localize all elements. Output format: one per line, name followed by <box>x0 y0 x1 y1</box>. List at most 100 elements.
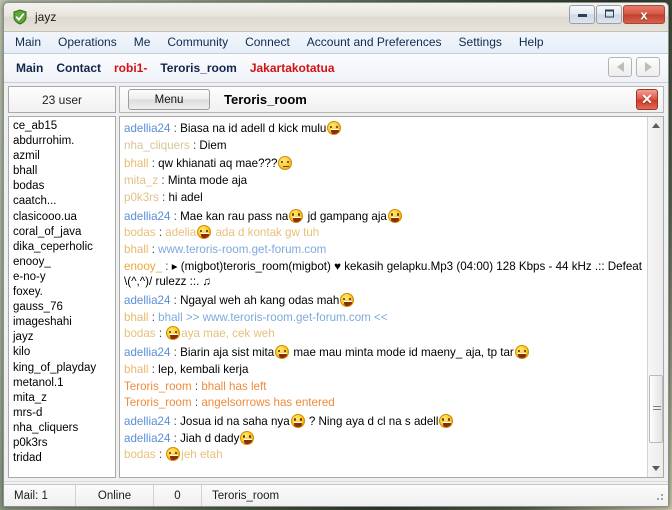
menu-item-settings[interactable]: Settings <box>457 34 511 51</box>
user-list-item[interactable]: imageshahi <box>11 315 115 330</box>
chat-body-2: ? Ning aya d cl na s adell <box>305 414 439 428</box>
title-bar: jayz x <box>4 3 668 32</box>
close-window-button[interactable]: x <box>623 5 665 24</box>
user-list-item[interactable]: king_of_playday <box>11 361 115 376</box>
minimize-button[interactable] <box>569 5 595 24</box>
menu-item-me[interactable]: Me <box>132 34 160 51</box>
chat-nickname[interactable]: bodas <box>124 226 156 239</box>
chat-nickname[interactable]: bhall <box>124 363 149 376</box>
chat-nickname[interactable]: adellia24 <box>124 415 170 428</box>
menu-item-operations[interactable]: Operations <box>56 34 126 51</box>
chat-nickname[interactable]: mita_z <box>124 174 158 187</box>
user-list-item[interactable]: clasicooo.ua <box>11 210 115 225</box>
menu-item-account-and-preferences[interactable]: Account and Preferences <box>305 34 451 51</box>
user-list-item[interactable]: azmil <box>11 149 115 164</box>
chat-message: nha_cliquers : Diem <box>124 138 644 154</box>
chat-nickname[interactable]: p0k3rs <box>124 191 159 204</box>
user-list-item[interactable]: enooy_ <box>11 255 115 270</box>
chat-nickname[interactable]: Teroris_room <box>124 396 192 409</box>
chat-nickname[interactable]: adellia24 <box>124 346 170 359</box>
tab-contact[interactable]: Contact <box>56 61 101 75</box>
chat-separator: : <box>148 310 159 324</box>
chat-nickname[interactable]: bhall <box>124 311 149 324</box>
scroll-down-button[interactable] <box>649 461 663 476</box>
chat-nickname[interactable]: enooy_ <box>124 260 162 273</box>
user-count-label: 23 user <box>8 86 116 113</box>
menu-item-main[interactable]: Main <box>13 34 50 51</box>
menu-item-connect[interactable]: Connect <box>243 34 299 51</box>
user-list-item[interactable]: bhall <box>11 164 115 179</box>
user-list-item[interactable]: ce_ab15 <box>11 119 115 134</box>
emoji-laugh-icon <box>166 447 181 462</box>
user-list-item[interactable]: caatch... <box>11 194 115 209</box>
user-list-item[interactable]: p0k3rs <box>11 436 115 451</box>
chat-nickname[interactable]: adellia24 <box>124 210 170 223</box>
menu-item-help[interactable]: Help <box>517 34 553 51</box>
chat-message: bhall : qw khianati aq mae??? <box>124 156 644 172</box>
tab-robi1-[interactable]: robi1- <box>114 61 147 75</box>
chat-body: qw khianati aq mae??? <box>158 157 278 171</box>
emoji-laugh-icon <box>290 413 305 428</box>
grip-icon <box>653 406 661 412</box>
menu-item-community[interactable]: Community <box>165 34 237 51</box>
chat-separator: : <box>148 362 159 376</box>
room-menu-button[interactable]: Menu <box>128 89 210 110</box>
chat-nickname[interactable]: adellia24 <box>124 294 170 307</box>
chat-nickname[interactable]: bhall <box>124 243 149 256</box>
user-list-item[interactable]: abdurrohim. <box>11 134 115 149</box>
user-list-item[interactable]: kilo <box>11 345 115 360</box>
chat-log-container: adellia24 : Biasa na id adell d kick mul… <box>119 116 664 478</box>
chat-separator: : <box>170 209 181 223</box>
tab-teroris-room[interactable]: Teroris_room <box>160 61 236 75</box>
user-list-item[interactable]: metanol.1 <box>11 376 115 391</box>
close-icon: x <box>640 7 648 22</box>
chat-nickname[interactable]: bhall <box>124 157 149 170</box>
chat-body-2: aya mae, cek weh <box>181 327 275 341</box>
close-room-button[interactable]: ✕ <box>636 89 658 110</box>
chat-separator: : <box>170 414 181 428</box>
chat-separator: : <box>191 396 202 410</box>
resize-grip-icon[interactable] <box>653 489 665 502</box>
user-list-item[interactable]: e-no-y <box>11 270 115 285</box>
maximize-button[interactable] <box>596 5 622 24</box>
chat-scrollbar[interactable] <box>647 117 663 477</box>
user-list-item[interactable]: nha_cliquers <box>11 421 115 436</box>
chat-nickname[interactable]: bodas <box>124 448 156 461</box>
emoji-laugh-icon <box>327 121 342 135</box>
window-title: jayz <box>35 10 57 24</box>
user-list-item[interactable]: coral_of_java <box>11 225 115 240</box>
chat-nickname[interactable]: nha_cliquers <box>124 139 190 152</box>
chat-message: bhall : bhall >> www.teroris-room.get-fo… <box>124 310 644 326</box>
prev-tab-button[interactable] <box>608 57 632 77</box>
chat-separator: : <box>155 226 166 240</box>
chat-body: Josua id na saha nya <box>180 414 290 428</box>
emoji-laugh-icon <box>197 225 212 240</box>
user-list-item[interactable]: bodas <box>11 179 115 194</box>
chat-nickname[interactable]: Teroris_room <box>124 380 192 393</box>
user-list-item[interactable]: mita_z <box>11 391 115 406</box>
user-list-item[interactable]: dika_ceperholic <box>11 240 115 255</box>
tab-jakartakotatua[interactable]: Jakartakotatua <box>250 61 335 75</box>
chat-body: www.teroris-room.get-forum.com <box>158 242 327 256</box>
application-window: jayz x Main Operations Me Community Connect A… <box>3 2 669 507</box>
chat-nickname[interactable]: adellia24 <box>124 122 170 135</box>
chat-nickname[interactable]: bodas <box>124 327 156 340</box>
user-list-item[interactable]: jayz <box>11 330 115 345</box>
tab-main[interactable]: Main <box>16 61 43 75</box>
chat-nickname[interactable]: adellia24 <box>124 432 170 445</box>
user-list-item[interactable]: gauss_76 <box>11 300 115 315</box>
user-list-item[interactable]: foxey. <box>11 285 115 300</box>
scrollbar-thumb[interactable] <box>649 375 663 443</box>
chat-body-2: jeh etah <box>181 448 223 462</box>
prev-arrow-icon <box>616 62 624 72</box>
chat-body-2: ada d kontak gw tuh <box>212 226 320 240</box>
user-list-item[interactable]: mrs-d <box>11 406 115 421</box>
user-list-item[interactable]: tridad <box>11 451 115 466</box>
chat-body: Mae kan rau pass na <box>180 209 289 223</box>
chat-separator: : <box>155 448 166 462</box>
user-list[interactable]: ce_ab15 abdurrohim. azmil bhall bodas caatch.… <box>8 116 116 478</box>
chat-message: adellia24 : Mae kan rau pass na jd gampa… <box>124 208 644 225</box>
next-tab-button[interactable] <box>636 57 660 77</box>
chat-separator: : <box>162 259 172 273</box>
scroll-up-button[interactable] <box>649 118 663 133</box>
